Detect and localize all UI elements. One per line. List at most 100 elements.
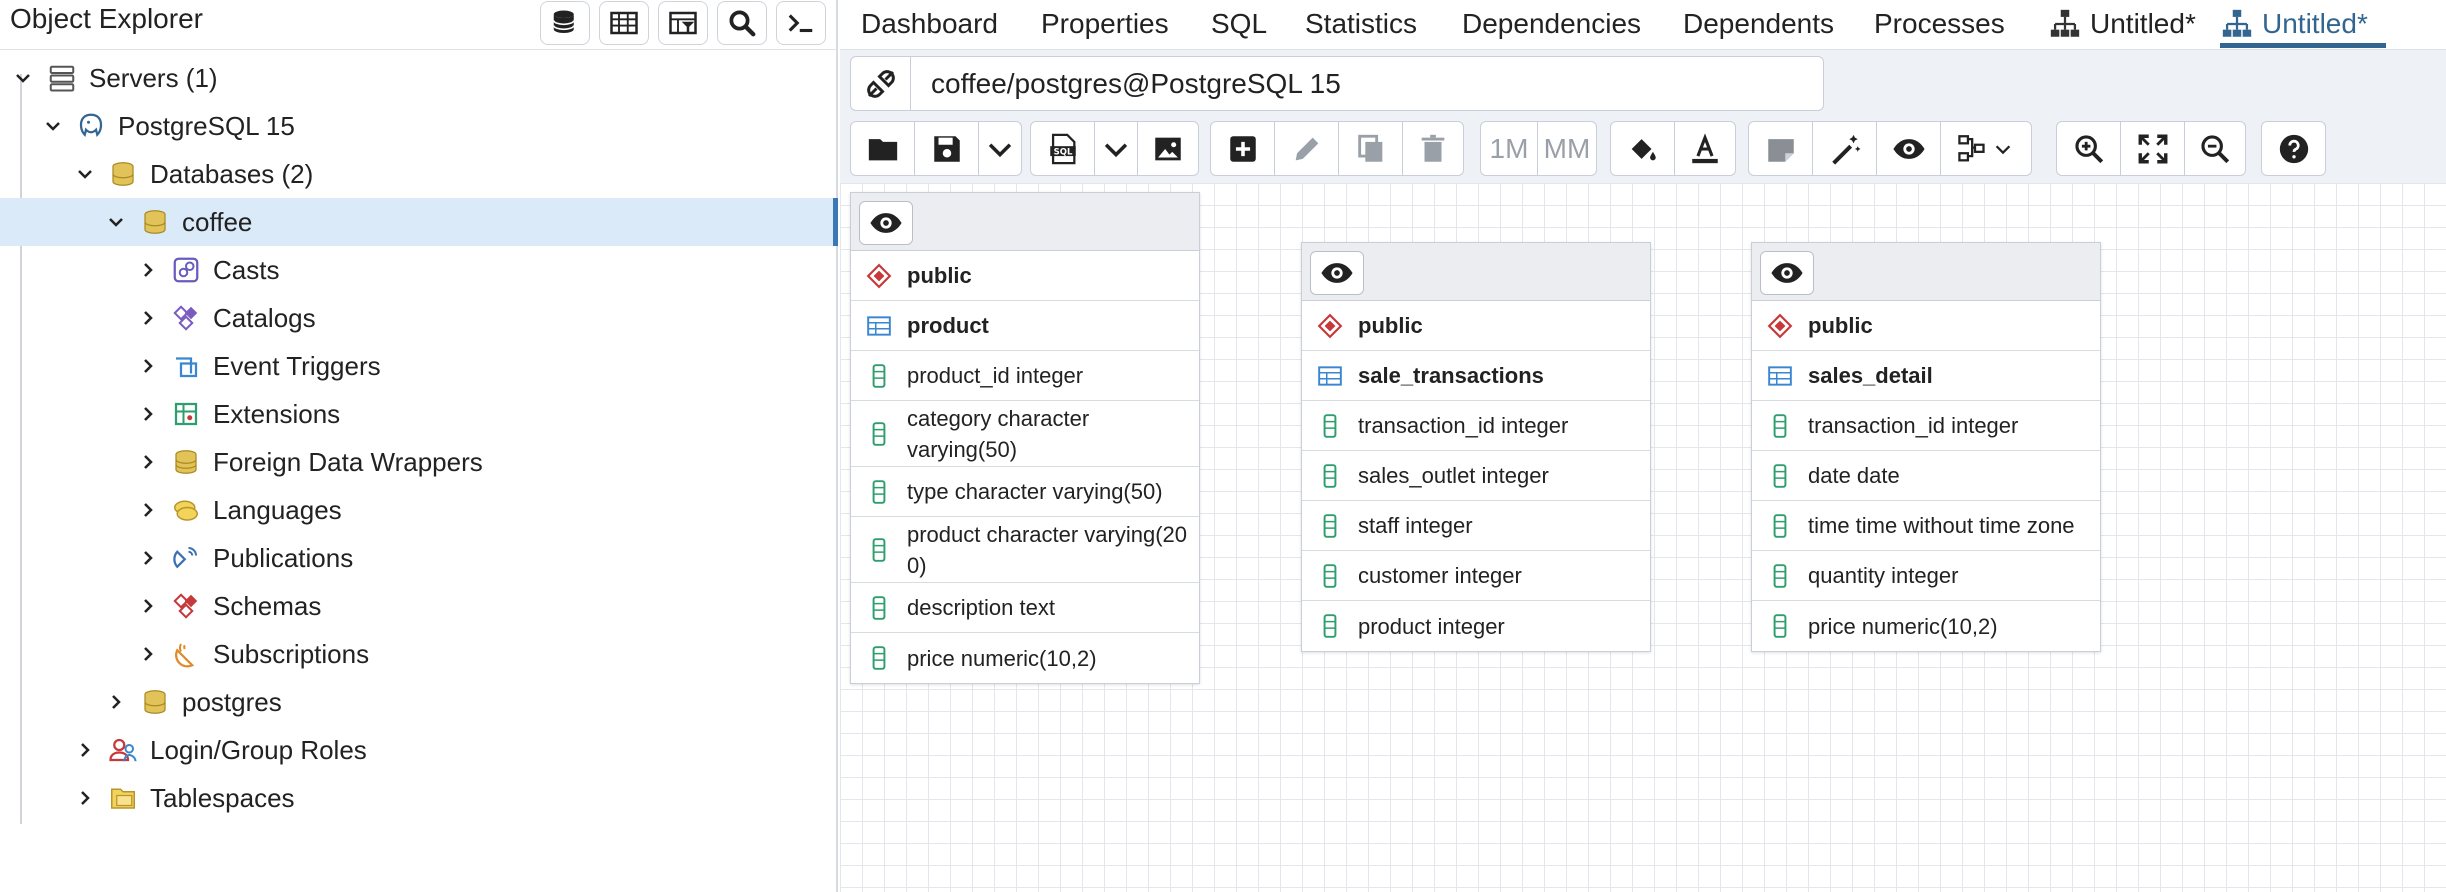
generate-sql-button[interactable]: SQL	[1030, 121, 1095, 176]
query-tool-button[interactable]	[540, 1, 590, 45]
tab-untitled-erd-2[interactable]: Untitled*	[2220, 0, 2386, 48]
tab-untitled-erd-1[interactable]: Untitled*	[2048, 0, 2196, 48]
tree-item-foreign-data-wrappers[interactable]: Foreign Data Wrappers	[0, 438, 838, 486]
clone-table-button[interactable]	[1338, 121, 1403, 176]
chevron-down-icon[interactable]	[12, 67, 34, 89]
main-panel: Dashboard Properties SQL Statistics Depe…	[840, 0, 2446, 892]
connection-selector[interactable]: coffee/postgres@PostgreSQL 15	[850, 56, 1824, 111]
table-icon	[865, 312, 893, 340]
erd-table-header	[851, 193, 1199, 251]
tree-item-extensions[interactable]: Extensions	[0, 390, 838, 438]
tree-item-postgres[interactable]: postgres	[0, 678, 838, 726]
add-note-button[interactable]	[1748, 121, 1813, 176]
tree-item-languages[interactable]: Languages	[0, 486, 838, 534]
tree-item-label: Servers (1)	[89, 62, 218, 93]
chevron-down-icon	[1995, 144, 2011, 154]
chevron-right-icon[interactable]	[137, 307, 159, 329]
chevron-right-icon[interactable]	[137, 595, 159, 617]
tab-dashboard[interactable]: Dashboard	[861, 0, 998, 48]
chevron-down-icon[interactable]	[42, 115, 64, 137]
toggle-details-button[interactable]	[859, 201, 913, 245]
tree-item-databases[interactable]: Databases (2)	[0, 150, 838, 198]
fill-color-button[interactable]	[1610, 121, 1675, 176]
toggle-details-button[interactable]	[1310, 251, 1364, 295]
delete-table-button[interactable]	[1402, 121, 1464, 176]
chevron-right-icon[interactable]	[137, 547, 159, 569]
zoom-to-fit-button[interactable]	[2120, 121, 2185, 176]
publications-icon	[170, 542, 202, 574]
many-to-many-button[interactable]: MM	[1537, 121, 1597, 176]
tab-properties[interactable]: Properties	[1041, 0, 1169, 48]
chevron-right-icon[interactable]	[137, 259, 159, 281]
one-to-many-button[interactable]: 1M	[1480, 121, 1538, 176]
generate-sql-dropdown[interactable]	[1094, 121, 1138, 176]
tab-label: Processes	[1874, 8, 2005, 39]
column-icon	[1316, 512, 1344, 540]
erd-table-sales-detail[interactable]: public sales_detail transaction_id integ…	[1751, 242, 2101, 652]
chevron-down-icon[interactable]	[74, 163, 96, 185]
chevron-right-icon[interactable]	[105, 691, 127, 713]
erd-table-sale-transactions[interactable]: public sale_transactions transaction_id …	[1301, 242, 1651, 652]
tree-item-coffee[interactable]: coffee	[0, 198, 838, 246]
tree-item-label: Databases (2)	[150, 158, 314, 189]
tree-item-catalogs[interactable]: Catalogs	[0, 294, 838, 342]
psql-tool-button[interactable]	[776, 1, 826, 45]
tree-item-tablespaces[interactable]: Tablespaces	[0, 774, 838, 822]
search-objects-button[interactable]	[717, 1, 767, 45]
tree-item-casts[interactable]: Casts	[0, 246, 838, 294]
chevron-right-icon[interactable]	[74, 739, 96, 761]
tree-item-servers[interactable]: Servers (1)	[0, 54, 838, 102]
erd-canvas[interactable]: public product product_id integer catego…	[840, 183, 2446, 892]
column-definition: product integer	[1358, 613, 1505, 639]
connection-plug-icon	[866, 69, 895, 98]
zoom-in-button[interactable]	[2056, 121, 2121, 176]
save-options-dropdown[interactable]	[978, 121, 1022, 176]
edit-table-button[interactable]	[1274, 121, 1339, 176]
chevron-right-icon[interactable]	[137, 355, 159, 377]
edit-icon	[1295, 137, 1318, 160]
tree-item-label: Casts	[213, 254, 280, 285]
chevron-down-icon[interactable]	[105, 211, 127, 233]
connection-status[interactable]	[851, 57, 911, 110]
toggle-details-button[interactable]	[1760, 251, 1814, 295]
zoom-out-button[interactable]	[2184, 121, 2246, 176]
view-data-button[interactable]	[599, 1, 649, 45]
casts-icon	[170, 254, 202, 286]
chevron-right-icon[interactable]	[74, 787, 96, 809]
add-table-button[interactable]	[1210, 121, 1275, 176]
svg-text:SQL: SQL	[1053, 147, 1072, 157]
chevron-right-icon[interactable]	[137, 499, 159, 521]
tree-item-schemas[interactable]: Schemas	[0, 582, 838, 630]
show-details-button[interactable]	[1876, 121, 1941, 176]
tree-item-login-group-roles[interactable]: Login/Group Roles	[0, 726, 838, 774]
tab-dependencies[interactable]: Dependencies	[1462, 0, 1641, 48]
tab-processes[interactable]: Processes	[1874, 0, 2005, 48]
tree-item-label: postgres	[182, 686, 282, 717]
open-file-button[interactable]	[850, 121, 915, 176]
column-icon	[1766, 562, 1794, 590]
chevron-right-icon[interactable]	[137, 643, 159, 665]
download-image-button[interactable]	[1137, 121, 1199, 176]
tree-item-publications[interactable]: Publications	[0, 534, 838, 582]
erd-column-row: price numeric(10,2)	[851, 633, 1199, 683]
tree-item-postgresql-15[interactable]: PostgreSQL 15	[0, 102, 838, 150]
tree-item-event-triggers[interactable]: Event Triggers	[0, 342, 838, 390]
many-to-many-label: MM	[1543, 132, 1591, 164]
tab-sql[interactable]: SQL	[1211, 0, 1267, 48]
chevron-right-icon[interactable]	[137, 403, 159, 425]
text-color-icon	[1692, 132, 1718, 163]
chevron-right-icon[interactable]	[137, 451, 159, 473]
help-button[interactable]	[2261, 121, 2326, 176]
tab-dependents[interactable]: Dependents	[1683, 0, 1834, 48]
sql-file-icon: SQL	[1049, 133, 1076, 164]
filter-rows-button[interactable]	[658, 1, 708, 45]
tab-statistics[interactable]: Statistics	[1305, 0, 1417, 48]
auto-align-button[interactable]	[1812, 121, 1877, 176]
tree-item-label: Extensions	[213, 398, 341, 429]
save-button[interactable]	[914, 121, 979, 176]
tab-label: Untitled*	[2262, 8, 2368, 39]
layout-options-button[interactable]	[1940, 121, 2032, 176]
text-color-button[interactable]	[1674, 121, 1736, 176]
erd-table-product[interactable]: public product product_id integer catego…	[850, 192, 1200, 684]
tree-item-subscriptions[interactable]: Subscriptions	[0, 630, 838, 678]
